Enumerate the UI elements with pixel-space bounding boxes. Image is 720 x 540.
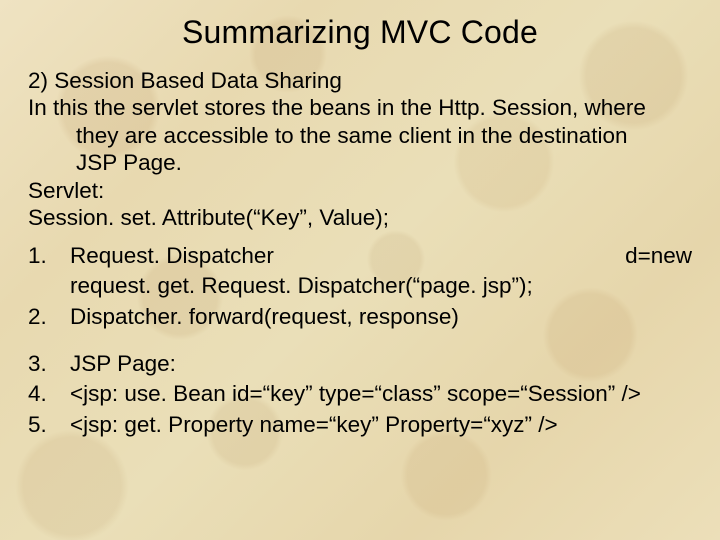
item-content: <jsp: use. Bean id=“key” type=“class” sc…	[70, 380, 692, 407]
intro-line-1a: In this the servlet stores the beans in …	[28, 94, 692, 121]
intro-line-1c: JSP Page.	[28, 149, 692, 176]
item-number: 4.	[28, 380, 70, 407]
slide: Summarizing MVC Code 2) Session Based Da…	[0, 0, 720, 540]
servlet-code: Session. set. Attribute(“Key”, Value);	[28, 204, 692, 231]
item-content: Dispatcher. forward(request, response)	[70, 303, 692, 330]
list-item: 4. <jsp: use. Bean id=“key” type=“class”…	[28, 380, 692, 407]
slide-title: Summarizing MVC Code	[28, 14, 692, 51]
list-item: 5. <jsp: get. Property name=“key” Proper…	[28, 411, 692, 438]
section-heading: 2) Session Based Data Sharing	[28, 67, 692, 94]
list-item-continuation: request. get. Request. Dispatcher(“page.…	[28, 272, 692, 299]
item-number: 3.	[28, 350, 70, 377]
item-number: 5.	[28, 411, 70, 438]
item-text-a: Request. Dispatcher	[70, 243, 274, 268]
list-item: 3. JSP Page:	[28, 350, 692, 377]
intro-line-1b: they are accessible to the same client i…	[28, 122, 692, 149]
spacer	[28, 333, 692, 347]
servlet-label: Servlet:	[28, 177, 692, 204]
item-number: 2.	[28, 303, 70, 330]
item-content-b: request. get. Request. Dispatcher(“page.…	[70, 272, 692, 299]
item-content: JSP Page:	[70, 350, 692, 377]
item-right: d=new	[615, 242, 692, 269]
item-content: Request. Dispatcher	[70, 242, 615, 269]
list-item: 2. Dispatcher. forward(request, response…	[28, 303, 692, 330]
numbered-list: 1. Request. Dispatcher d=new request. ge…	[28, 242, 692, 439]
item-content: <jsp: get. Property name=“key” Property=…	[70, 411, 692, 438]
list-item: 1. Request. Dispatcher d=new	[28, 242, 692, 269]
intro-block: 2) Session Based Data Sharing In this th…	[28, 67, 692, 232]
item-number: 1.	[28, 242, 70, 269]
